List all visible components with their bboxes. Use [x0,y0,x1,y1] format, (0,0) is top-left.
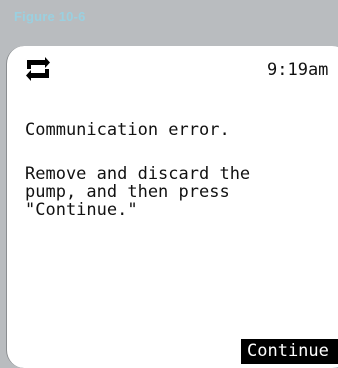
status-time: 9:19am [267,60,329,80]
alert-message: Remove and discard the pump, and then pr… [25,164,251,220]
continue-button[interactable]: Continue [241,339,338,364]
sync-arrows-icon [24,56,52,82]
device-screen: 9:19am Communication error. Remove and d… [6,46,338,368]
status-bar: 9:19am [7,46,338,86]
alert-title: Communication error. [25,120,230,140]
figure-label: Figure 10-6 [14,9,86,24]
